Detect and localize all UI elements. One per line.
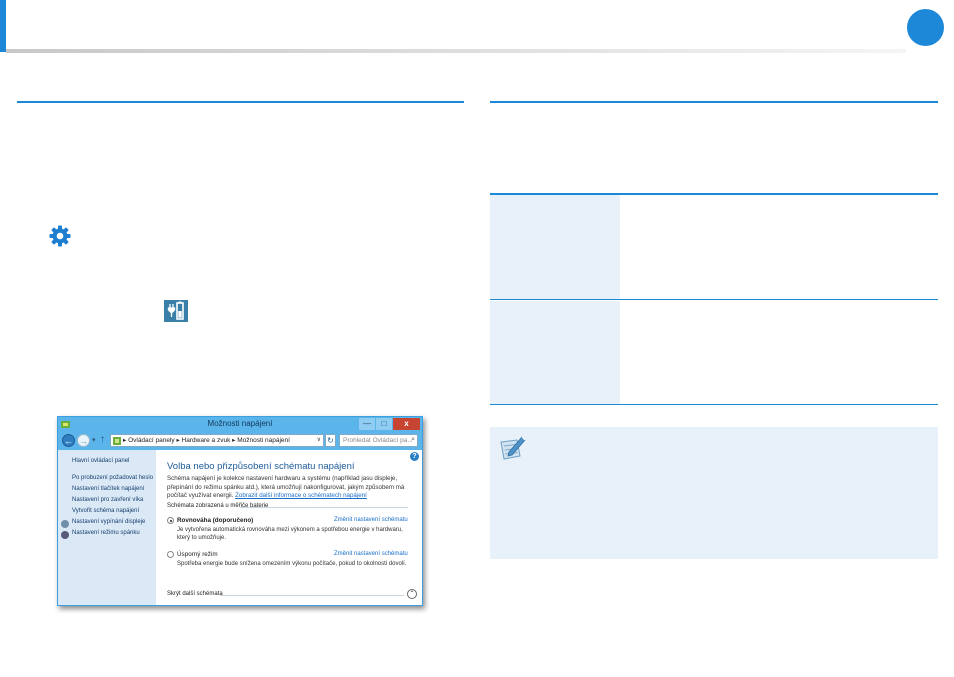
back-button[interactable]: ←	[62, 434, 75, 447]
address-path: ▸ Ovládací panely ▸ Hardware a zvuk ▸ Mo…	[123, 437, 290, 444]
window-title-bar: Možnosti napájení — □ x	[58, 417, 422, 432]
header-accent-bar	[0, 0, 6, 52]
minimize-button[interactable]: —	[359, 418, 375, 430]
collapse-icon[interactable]: ⌃	[407, 589, 417, 599]
plan-balanced-name: Rovnováha (doporučeno)	[177, 517, 254, 524]
page-number-badge	[907, 9, 944, 46]
address-dropdown-icon[interactable]: ∨	[317, 436, 321, 443]
history-dropdown-icon[interactable]: ▾	[92, 436, 96, 444]
help-icon[interactable]: ?	[410, 452, 419, 461]
main-content: ? Volba nebo přizpůsobení schématu napáj…	[156, 450, 422, 605]
table-bottom-rule	[490, 404, 938, 405]
sidebar-item-control-panel-home[interactable]: Hlavní ovládací panel	[72, 458, 129, 464]
forward-button[interactable]: →	[77, 434, 90, 447]
page-heading: Volba nebo přizpůsobení schématu napájen…	[167, 461, 355, 472]
maximize-button[interactable]: □	[376, 418, 392, 430]
group-divider	[240, 507, 408, 508]
note-box	[490, 427, 938, 559]
plan-saver-name: Úsporný režim	[177, 551, 218, 558]
plan-balanced-settings-link[interactable]: Změnit nastavení schématu	[334, 517, 408, 523]
sidebar-item-create-plan[interactable]: Vytvořit schéma napájení	[72, 508, 139, 514]
close-button[interactable]: x	[393, 418, 420, 430]
page-description: Schéma napájení je kolekce nastavení har…	[167, 475, 419, 501]
table-row-1-label-cell	[490, 195, 620, 299]
sidebar-item-power-buttons[interactable]: Nastavení tlačítek napájení	[72, 486, 144, 492]
address-bar[interactable]: ▸ Ovládací panely ▸ Hardware a zvuk ▸ Mo…	[110, 434, 324, 447]
search-input[interactable]: Prohledat Ovládací pa... ⌕	[339, 434, 418, 447]
display-icon	[61, 520, 69, 528]
hide-plans-divider	[220, 595, 404, 596]
power-options-window: Možnosti napájení — □ x ← → ▾ ↑ ▸ Ovláda…	[57, 416, 423, 606]
note-pencil-icon	[500, 436, 526, 460]
sidebar: Hlavní ovládací panel Po probuzení požad…	[58, 450, 156, 605]
plan-balanced-description: Je vytvořena automatická rovnováha mezi …	[177, 527, 403, 542]
plan-saver-description: Spotřeba energie bude snížena omezením v…	[177, 561, 407, 567]
right-column-rule	[490, 101, 938, 103]
plan-saver-settings-link[interactable]: Změnit nastavení schématu	[334, 551, 408, 557]
header-shadow-line	[6, 49, 906, 53]
table-row-2-label-cell	[490, 301, 620, 404]
hide-plans-label[interactable]: Skrýt další schémata	[167, 591, 223, 597]
refresh-button[interactable]: ↻	[325, 434, 336, 447]
search-placeholder: Prohledat Ovládací pa...	[343, 437, 413, 444]
plan-balanced-radio[interactable]	[167, 517, 174, 524]
navigation-bar: ← → ▾ ↑ ▸ Ovládací panely ▸ Hardware a z…	[58, 432, 422, 450]
search-icon[interactable]: ⌕	[411, 436, 415, 444]
sidebar-item-lid-close[interactable]: Nastavení pro zavření víka	[72, 497, 143, 503]
left-column-rule	[17, 101, 464, 103]
table-row-divider	[490, 299, 938, 300]
page-header	[0, 0, 954, 54]
sleep-icon	[61, 531, 69, 539]
group-label: Schémata zobrazená u měřiče baterie	[167, 503, 269, 509]
up-button[interactable]: ↑	[100, 434, 105, 445]
control-panel-icon	[113, 437, 121, 445]
sidebar-item-require-password[interactable]: Po probuzení požadovat heslo	[72, 475, 153, 481]
plan-saver-radio[interactable]	[167, 551, 174, 558]
battery-plug-icon	[164, 300, 188, 322]
sidebar-item-sleep[interactable]: Nastavení režimu spánku	[72, 530, 140, 536]
more-info-link[interactable]: Zobrazit další informace o schématech na…	[235, 492, 367, 499]
sidebar-item-display-off[interactable]: Nastavení vypínání displeje	[72, 519, 145, 525]
gear-icon	[49, 225, 71, 247]
